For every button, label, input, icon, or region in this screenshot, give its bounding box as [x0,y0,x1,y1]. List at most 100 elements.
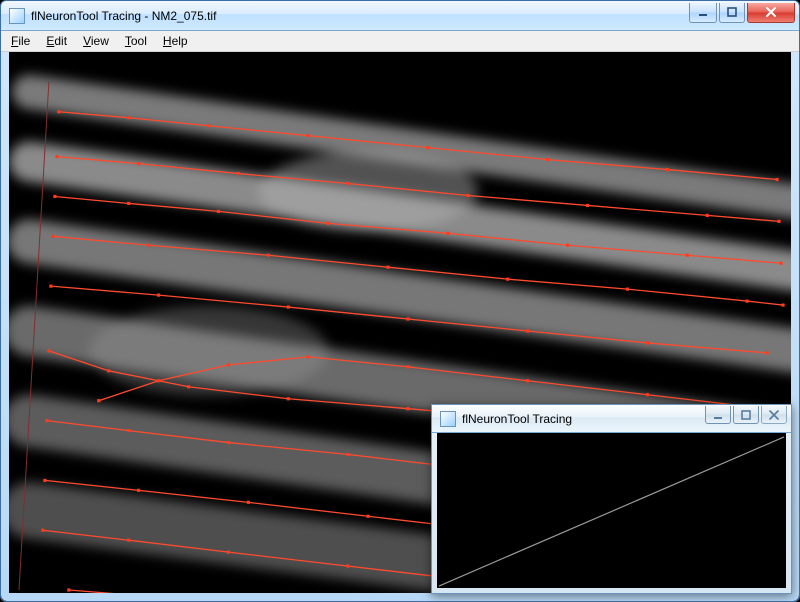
menu-view-accel: V [83,34,91,48]
trace-node [366,515,369,518]
trace-node [646,341,649,344]
menu-view[interactable]: View [75,31,117,51]
trace-node [347,453,350,456]
trace-node [127,116,130,119]
minimize-icon [697,6,709,18]
child-titlebar[interactable]: flNeuronTool Tracing [432,405,791,433]
main-window: flNeuronTool Tracing - NM2_075.tif File … [0,0,800,602]
trace-node [57,110,60,113]
trace-node [546,158,549,161]
trace-node [227,363,230,366]
trace-node [626,288,629,291]
menu-file[interactable]: File [3,31,38,51]
close-icon [767,408,781,422]
trace-node [287,305,290,308]
close-button[interactable] [747,3,795,23]
menu-tool[interactable]: Tool [117,31,155,51]
maximize-icon [726,6,738,18]
trace-node [566,244,569,247]
trace-node [157,294,160,297]
trace-node [187,385,190,388]
trace-node [765,351,768,354]
trace-node [746,299,749,302]
trace-node [107,369,110,372]
child-window[interactable]: flNeuronTool Tracing [431,404,792,594]
trace-node [227,551,230,554]
minimize-button[interactable] [689,3,717,23]
menu-help-accel: H [163,34,172,48]
maximize-button[interactable] [719,3,745,23]
trace-node [157,379,160,382]
trace-node [49,285,52,288]
close-icon [764,5,778,19]
trace-node [779,262,782,265]
menu-edit-rest: dit [54,34,67,48]
trace-node [127,202,130,205]
trace-node [307,134,310,137]
trace-node [287,397,290,400]
trace-node [97,399,100,402]
trace-node [137,489,140,492]
child-window-title: flNeuronTool Tracing [462,412,705,426]
trace-node [307,355,310,358]
trace-node [406,407,409,410]
menu-file-rest: ile [18,34,30,48]
trace-node [43,479,46,482]
child-window-controls [705,406,787,426]
trace-node [147,244,150,247]
trace-node [227,441,230,444]
trace-node [45,419,48,422]
trace-node [67,588,70,591]
minimize-icon [712,409,724,421]
trace-node [127,429,130,432]
trace-node [217,210,220,213]
child-minimize-button[interactable] [705,406,731,424]
trace-node [51,235,54,238]
trace-node [53,195,56,198]
trace-node [526,379,529,382]
menu-tool-rest: ool [131,34,147,48]
trace-node [267,254,270,257]
app-icon [440,411,456,427]
trace-node [247,501,250,504]
trace-node [526,329,529,332]
trace-node [207,124,210,127]
trace-node [406,317,409,320]
menu-help-rest: elp [172,34,188,48]
trace-node [466,194,469,197]
menu-edit[interactable]: Edit [38,31,75,51]
trace-node [506,278,509,281]
trace-node [426,146,429,149]
trace-node [686,254,689,257]
trace-node [775,178,778,181]
trace-node [386,266,389,269]
main-titlebar[interactable]: flNeuronTool Tracing - NM2_075.tif [1,1,799,31]
trace-node [137,162,140,165]
trace-node [781,303,784,306]
window-controls [689,3,795,23]
window-title: flNeuronTool Tracing - NM2_075.tif [31,9,689,23]
trace-node [127,539,130,542]
maximize-icon [740,409,752,421]
trace-node [446,232,449,235]
child-close-button[interactable] [761,406,787,424]
trace-node [347,182,350,185]
menu-view-rest: iew [91,34,109,48]
child-plot [437,433,786,588]
trace-node [646,393,649,396]
trace-node [41,529,44,532]
trace-node [406,365,409,368]
trace-node [237,172,240,175]
trace-node [327,222,330,225]
child-viewport[interactable] [437,433,786,588]
trace-node [347,565,350,568]
trace-node [55,155,58,158]
menu-help[interactable]: Help [155,31,196,51]
app-icon [9,8,25,24]
child-maximize-button[interactable] [733,406,759,424]
trace-node [586,204,589,207]
trace-node [777,220,780,223]
trace-node [47,349,50,352]
menubar: File Edit View Tool Help [1,31,799,52]
trace-node [666,168,669,171]
